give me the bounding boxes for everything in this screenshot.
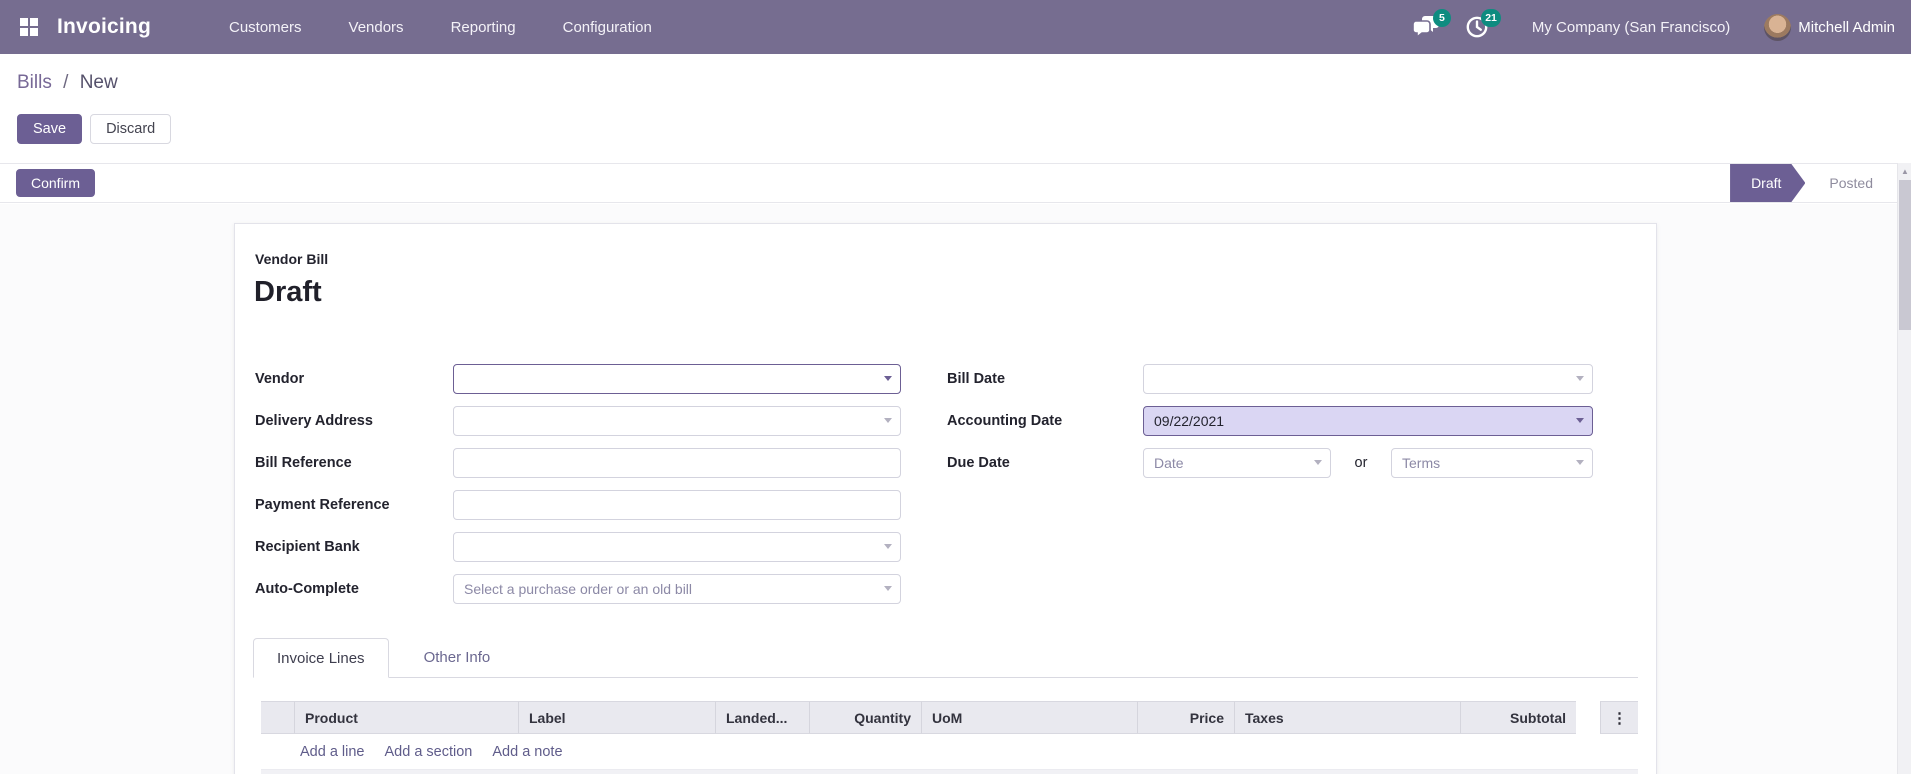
- messages-count-badge: 5: [1432, 9, 1451, 27]
- menu-vendors[interactable]: Vendors: [349, 19, 404, 36]
- apps-grid-icon: [20, 18, 38, 36]
- header-gap: [1576, 701, 1600, 734]
- scrollbar-up-arrow[interactable]: ▲: [1898, 163, 1911, 179]
- activities-button[interactable]: 21: [1462, 9, 1501, 42]
- user-name: Mitchell Admin: [1798, 18, 1895, 36]
- breadcrumb: Bills / New: [17, 72, 118, 94]
- navbar-left: Invoicing Customers Vendors Reporting Co…: [0, 14, 652, 40]
- vendor-label: Vendor: [255, 371, 305, 387]
- payment-reference-field-row: Payment Reference: [255, 490, 1135, 520]
- messages-button[interactable]: 5: [1412, 9, 1451, 42]
- payment-reference-label: Payment Reference: [255, 497, 390, 513]
- auto-complete-field-row: Auto-Complete: [255, 574, 1135, 604]
- vendor-bill-sheet: Vendor Bill Draft Vendor Delivery Addres…: [234, 223, 1657, 774]
- optional-columns-toggle[interactable]: ⋮: [1600, 701, 1638, 734]
- row-handle-column: [261, 701, 294, 734]
- delivery-address-label: Delivery Address: [255, 413, 373, 429]
- recipient-bank-field-row: Recipient Bank: [255, 532, 1135, 562]
- vertical-scrollbar: ▲: [1897, 163, 1911, 774]
- kebab-menu-icon: ⋮: [1612, 709, 1627, 727]
- tab-other-info[interactable]: Other Info: [401, 638, 514, 677]
- bill-date-field-row: Bill Date: [947, 364, 1637, 394]
- bill-reference-input[interactable]: [453, 448, 901, 478]
- form-view-area: Vendor Bill Draft Vendor Delivery Addres…: [0, 204, 1897, 774]
- or-label: or: [1354, 455, 1368, 471]
- statusbar: Confirm Draft Posted: [0, 163, 1897, 203]
- main-menu: Customers Vendors Reporting Configuratio…: [229, 19, 652, 36]
- record-actions: Save Discard: [17, 114, 172, 144]
- payment-reference-input[interactable]: [453, 490, 901, 520]
- column-header-quantity[interactable]: Quantity: [809, 701, 921, 734]
- user-avatar: [1764, 13, 1792, 41]
- activities-count-badge: 21: [1481, 9, 1501, 27]
- vendor-input[interactable]: [453, 364, 901, 394]
- recipient-bank-input[interactable]: [453, 532, 901, 562]
- navbar-right: 5 21 My Company (San Francisco) Mitchell…: [1392, 9, 1911, 42]
- add-a-line-link[interactable]: Add a line: [300, 744, 365, 760]
- bill-date-input[interactable]: [1143, 364, 1593, 394]
- company-switcher[interactable]: My Company (San Francisco): [1532, 19, 1730, 36]
- breadcrumb-current: New: [79, 72, 118, 93]
- invoicing-app: Invoicing Customers Vendors Reporting Co…: [0, 0, 1911, 774]
- confirm-button[interactable]: Confirm: [16, 169, 96, 197]
- menu-configuration[interactable]: Configuration: [563, 19, 652, 36]
- menu-reporting[interactable]: Reporting: [451, 19, 516, 36]
- apps-menu-button[interactable]: [16, 14, 42, 40]
- column-header-price[interactable]: Price: [1137, 701, 1234, 734]
- column-header-subtotal[interactable]: Subtotal: [1460, 701, 1576, 734]
- accounting-date-label: Accounting Date: [947, 413, 1063, 429]
- state-draft[interactable]: Draft: [1730, 164, 1805, 202]
- tab-invoice-lines[interactable]: Invoice Lines: [253, 638, 389, 678]
- due-date-widgets: or: [1143, 448, 1593, 478]
- table-header-row: Product Label Landed... Quantity UoM Pri…: [261, 701, 1638, 734]
- table-add-row: Add a line Add a section Add a note: [261, 734, 1638, 770]
- column-header-product[interactable]: Product: [294, 701, 518, 734]
- notebook-tabs: Invoice Lines Other Info: [253, 638, 1638, 678]
- payment-terms-input[interactable]: [1391, 448, 1593, 478]
- add-a-note-link[interactable]: Add a note: [492, 744, 562, 760]
- table-footer-stripe: [261, 770, 1638, 774]
- scrollbar-thumb[interactable]: [1899, 180, 1911, 330]
- due-date-field-row: Due Date or: [947, 448, 1637, 478]
- due-date-input[interactable]: [1143, 448, 1331, 478]
- auto-complete-input[interactable]: [453, 574, 901, 604]
- document-state-title: Draft: [254, 276, 322, 308]
- invoice-lines-table: Product Label Landed... Quantity UoM Pri…: [261, 701, 1638, 774]
- bill-date-label: Bill Date: [947, 371, 1006, 387]
- statusbar-steps: Draft Posted: [1730, 164, 1897, 202]
- delivery-address-input[interactable]: [453, 406, 901, 436]
- state-posted[interactable]: Posted: [1805, 164, 1897, 202]
- discard-button[interactable]: Discard: [90, 114, 172, 144]
- recipient-bank-label: Recipient Bank: [255, 539, 360, 555]
- top-navbar: Invoicing Customers Vendors Reporting Co…: [0, 0, 1911, 54]
- app-name[interactable]: Invoicing: [57, 15, 151, 39]
- menu-customers[interactable]: Customers: [229, 19, 302, 36]
- document-type-label: Vendor Bill: [255, 251, 329, 267]
- auto-complete-label: Auto-Complete: [255, 581, 359, 597]
- column-header-landed[interactable]: Landed...: [715, 701, 809, 734]
- breadcrumb-separator: /: [63, 72, 69, 93]
- bill-reference-label: Bill Reference: [255, 455, 352, 471]
- breadcrumb-bills-link[interactable]: Bills: [17, 72, 52, 93]
- due-date-label: Due Date: [947, 455, 1010, 471]
- accounting-date-input[interactable]: [1143, 406, 1593, 436]
- column-header-label[interactable]: Label: [518, 701, 715, 734]
- accounting-date-field-row: Accounting Date: [947, 406, 1637, 436]
- column-header-taxes[interactable]: Taxes: [1234, 701, 1460, 734]
- save-button[interactable]: Save: [17, 114, 83, 144]
- add-a-section-link[interactable]: Add a section: [385, 744, 473, 760]
- user-menu[interactable]: Mitchell Admin: [1764, 13, 1895, 41]
- column-header-uom[interactable]: UoM: [921, 701, 1137, 734]
